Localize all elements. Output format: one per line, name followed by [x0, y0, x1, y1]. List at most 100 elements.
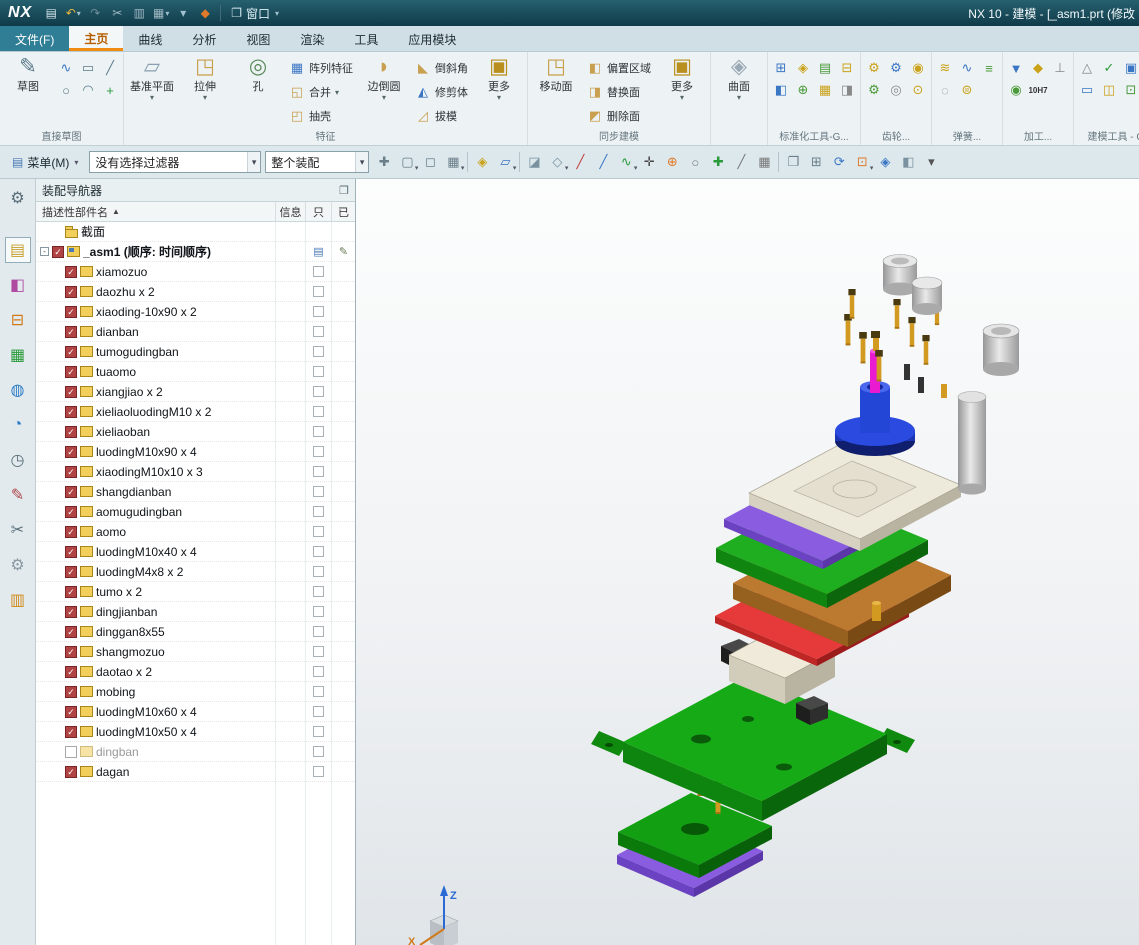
std-tool-icon-8[interactable]: ◨ — [836, 79, 858, 101]
modeling-icon-6[interactable]: ◫ — [1098, 79, 1120, 101]
modeling-icon-3[interactable]: ▣ — [1120, 57, 1139, 79]
window-menu-button[interactable]: ❐ 窗口 ▾ — [225, 3, 285, 23]
part-bushings-top[interactable] — [882, 254, 943, 316]
tab-application[interactable]: 应用模块 — [393, 26, 471, 51]
column-part-name[interactable]: 描述性部件名 ▲ — [36, 204, 275, 220]
trim-body-button[interactable]: ◭ 修剪体 — [411, 80, 472, 104]
tab-render[interactable]: 渲染 — [285, 26, 339, 51]
tree-row-dagan[interactable]: ✓ dagan — [36, 762, 355, 782]
save-button[interactable]: ▤ — [41, 3, 61, 23]
modeling-icon-5[interactable]: ▭ — [1076, 79, 1098, 101]
snap-curve-icon[interactable]: ∿ ▾ — [615, 151, 637, 173]
tree-row-dingban[interactable]: dingban — [36, 742, 355, 762]
visibility-checkbox[interactable]: ✓ — [65, 465, 77, 478]
tree-row-luodingM10x40[interactable]: ✓ luodingM10x40 x 4 — [36, 542, 355, 562]
more-sync-button[interactable]: ▣ 更多 ▾ — [656, 53, 708, 131]
readonly-checkbox[interactable] — [313, 586, 324, 597]
highlight-faces-icon[interactable]: ◈ — [471, 151, 493, 173]
tree-row-aomugudingban[interactable]: ✓ aomugudingban — [36, 502, 355, 522]
tree-row-luodingM4x8[interactable]: ✓ luodingM4x8 x 2 — [36, 562, 355, 582]
tree-row-xiaodingM10x10[interactable]: ✓ xiaodingM10x10 x 3 — [36, 462, 355, 482]
marquee-select-icon[interactable]: ▢ ▾ — [396, 151, 418, 173]
tab-view[interactable]: 视图 — [231, 26, 285, 51]
visibility-checkbox[interactable]: ✓ — [65, 305, 77, 318]
tree-row-xiaoding-10x90[interactable]: ✓ xiaoding-10x90 x 2 — [36, 302, 355, 322]
visibility-checkbox[interactable]: ✓ — [65, 325, 77, 338]
graphics-viewport[interactable]: Z X — [356, 179, 1139, 945]
spring-icon-4[interactable]: ◌ — [934, 79, 956, 101]
readonly-checkbox[interactable] — [313, 606, 324, 617]
std-tool-icon-7[interactable]: ▦ — [814, 79, 836, 101]
line-icon[interactable]: ╱ — [99, 57, 121, 79]
spring-icon-1[interactable]: ≋ — [934, 57, 956, 79]
visibility-checkbox[interactable] — [65, 745, 77, 758]
materials-pencil-icon[interactable]: ✎ — [5, 482, 31, 508]
readonly-checkbox[interactable] — [313, 326, 324, 337]
edge-blend-button[interactable]: ◗ 边倒圆 ▾ — [358, 53, 410, 131]
shaded-display-icon[interactable]: ◪ — [523, 151, 545, 173]
modeling-icon-1[interactable]: △ — [1076, 57, 1098, 79]
visibility-checkbox[interactable]: ✓ — [65, 685, 77, 698]
machining-icon-2[interactable]: ◆ — [1027, 57, 1049, 79]
tab-curve[interactable]: 曲线 — [123, 26, 177, 51]
visibility-checkbox[interactable]: ✓ — [65, 665, 77, 678]
tree-row-tumogudingban[interactable]: ✓ tumogudingban — [36, 342, 355, 362]
render-style-icon[interactable]: ◧ — [897, 151, 919, 173]
extrude-button[interactable]: ◳ 拉伸 ▾ — [179, 53, 231, 131]
readonly-checkbox[interactable] — [313, 706, 324, 717]
surface-button[interactable]: ◈ 曲面 ▾ — [713, 53, 765, 131]
machining-icon-1[interactable]: ▼ — [1005, 57, 1027, 79]
sketch-button[interactable]: ✎ 草图 — [2, 53, 54, 131]
gear-icon-6[interactable]: ⊙ — [907, 79, 929, 101]
tree-row-dingjianban[interactable]: ✓ dingjianban — [36, 602, 355, 622]
tree-row-xielaoluodingM10[interactable]: ✓ xieliaoluodingM10 x 2 — [36, 402, 355, 422]
snap-midpoint-icon[interactable]: ✛ — [638, 151, 660, 173]
std-tool-icon-5[interactable]: ◧ — [770, 79, 792, 101]
snap-line-red-icon[interactable]: ╱ — [569, 151, 591, 173]
tree-row-xieliaoban[interactable]: ✓ xieliaoban — [36, 422, 355, 442]
readonly-checkbox[interactable] — [313, 546, 324, 557]
tree-row-daozhu[interactable]: ✓ daozhu x 2 — [36, 282, 355, 302]
move-face-button[interactable]: ◳ 移动面 — [530, 53, 582, 131]
spline-icon[interactable]: ∿ — [55, 57, 77, 79]
select-group-icon[interactable]: ▦ ▾ — [442, 151, 464, 173]
spring-icon-3[interactable]: ≡ — [978, 57, 1000, 79]
datum-plane-button[interactable]: ▱ 基准平面 ▾ — [126, 53, 178, 131]
cut-button[interactable]: ✂ — [107, 3, 127, 23]
tree-row-shangmozuo[interactable]: ✓ shangmozuo — [36, 642, 355, 662]
column-readonly[interactable]: 只 — [305, 202, 331, 221]
tree-row-jiemian[interactable]: 截面 — [36, 222, 355, 242]
selection-filter-combo[interactable]: 没有选择过滤器 ▾ — [89, 151, 262, 173]
visibility-checkbox[interactable]: ✓ — [65, 445, 77, 458]
gear-icon-4[interactable]: ⚙ — [863, 79, 885, 101]
readonly-checkbox[interactable] — [313, 666, 324, 677]
visibility-checkbox[interactable]: ✓ — [52, 245, 64, 258]
spring-icon-2[interactable]: ∿ — [956, 57, 978, 79]
readonly-checkbox[interactable] — [313, 746, 324, 757]
readonly-checkbox[interactable] — [313, 426, 324, 437]
part-lower-die-plate[interactable] — [591, 675, 915, 821]
tree-row-tuaomo[interactable]: ✓ tuaomo — [36, 362, 355, 382]
visibility-checkbox[interactable]: ✓ — [65, 545, 77, 558]
orient-view-icon[interactable]: ⊡ ▾ — [851, 151, 873, 173]
constraint-navigator-icon[interactable]: ◧ — [5, 272, 31, 298]
refresh-view-icon[interactable]: ⟳ — [828, 151, 850, 173]
readonly-checkbox[interactable] — [313, 526, 324, 537]
visibility-checkbox[interactable]: ✓ — [65, 645, 77, 658]
visibility-checkbox[interactable]: ✓ — [65, 625, 77, 638]
visibility-checkbox[interactable]: ✓ — [65, 265, 77, 278]
paste-button[interactable]: ▦ ▾ — [151, 3, 171, 23]
readonly-checkbox[interactable] — [313, 406, 324, 417]
snap-circle-icon[interactable]: ○ — [684, 151, 706, 173]
std-tool-icon-3[interactable]: ▤ — [814, 57, 836, 79]
tab-file[interactable]: 文件(F) — [0, 26, 70, 51]
copy-button[interactable]: ▥ — [129, 3, 149, 23]
point-icon[interactable]: + — [99, 79, 121, 101]
manage-tools-icon[interactable]: ✂ — [5, 517, 31, 543]
fit-view-icon[interactable]: ⊞ — [805, 151, 827, 173]
arc-icon[interactable]: ◠ — [77, 79, 99, 101]
readonly-checkbox[interactable] — [313, 286, 324, 297]
system-clock-icon[interactable]: ◷ — [5, 447, 31, 473]
machining-icon-5[interactable]: 10H7 — [1027, 79, 1049, 101]
wireframe-display-icon[interactable]: ◇ ▾ — [546, 151, 568, 173]
